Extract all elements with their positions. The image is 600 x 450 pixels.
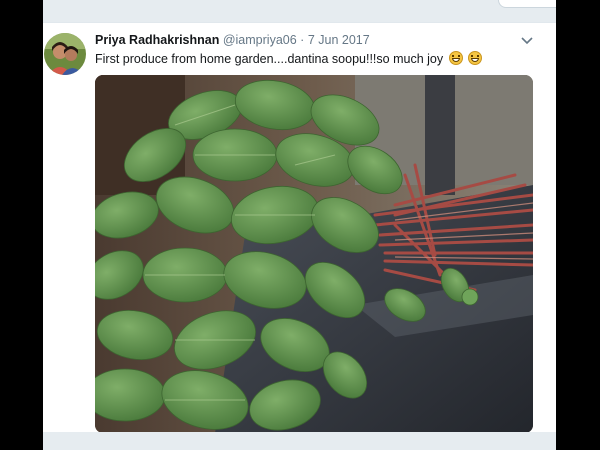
- tweet-text-body: First produce from home garden....dantin…: [95, 52, 444, 66]
- tweet-card[interactable]: Priya Radhakrishnan @iampriya06 · 7 Jun …: [43, 22, 556, 433]
- bottom-background: [43, 432, 556, 450]
- tweet-photo[interactable]: [95, 75, 533, 433]
- separator-dot: ·: [300, 33, 305, 47]
- grinning-face-icon: [468, 51, 483, 65]
- top-pill-element[interactable]: [498, 0, 556, 8]
- tweet-date[interactable]: 7 Jun 2017: [308, 33, 370, 47]
- tweet-header: Priya Radhakrishnan @iampriya06 · 7 Jun …: [95, 33, 370, 47]
- display-name[interactable]: Priya Radhakrishnan: [95, 33, 219, 47]
- tweet-text: First produce from home garden....dantin…: [95, 51, 483, 66]
- top-background: [43, 0, 556, 22]
- grinning-face-icon: [448, 51, 463, 65]
- user-handle[interactable]: @iampriya06: [223, 33, 297, 47]
- spinach-photo: [95, 75, 533, 433]
- chevron-down-icon[interactable]: [521, 35, 533, 45]
- twitter-page: Priya Radhakrishnan @iampriya06 · 7 Jun …: [43, 0, 556, 450]
- avatar[interactable]: [44, 33, 86, 75]
